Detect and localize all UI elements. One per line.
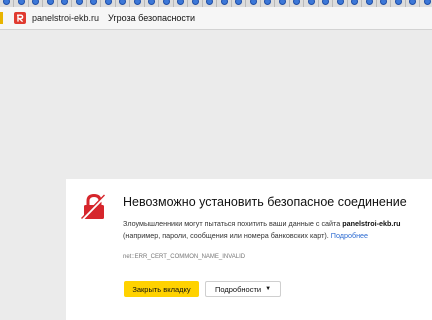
broken-lock-icon [80,193,107,221]
tab-separator [143,0,145,7]
tab-separator [361,0,362,7]
tab-favicon-icon[interactable] [220,0,228,5]
tab-favicon-icon[interactable] [3,0,10,5]
tab-favicon-icon[interactable] [191,0,199,5]
tab-separator [346,0,348,7]
tab-edge-indicator [0,12,3,24]
more-info-link[interactable]: Подробнее [331,231,368,240]
page-title: Угроза безопасности [108,13,196,23]
tab-favicon-icon[interactable] [206,0,213,5]
tab-separator [114,0,116,7]
tab-separator [216,0,217,7]
tab-separator [201,0,203,7]
tab-separator [332,0,333,7]
tab-separator [303,0,304,7]
tab-separator [27,0,29,7]
description-site: panelstroi-ekb.ru [342,219,401,228]
tab-separator [158,0,159,7]
tab-favicon-icon[interactable] [293,0,300,5]
close-tab-button[interactable]: Закрыть вкладку [124,281,199,297]
tab-favicon-icon[interactable] [307,0,315,5]
tab-favicon-icon[interactable] [322,0,329,5]
tab-separator [85,0,87,7]
tab-separator [187,0,188,7]
description-prefix: Злоумышленники могут пытаться похитить в… [123,219,343,228]
tab-favicon-icon[interactable] [365,0,373,5]
tab-separator [230,0,232,7]
tab-favicon-icon[interactable] [148,0,155,5]
tab-separator [288,0,290,7]
tab-favicon-icon[interactable] [133,0,141,5]
tab-separator [317,0,319,7]
tab-favicon-icon[interactable] [264,0,271,5]
tab-separator [13,0,14,7]
site-favicon-icon [14,12,26,24]
tab-favicon-icon[interactable] [162,0,170,5]
tab-favicon-icon[interactable] [119,0,126,5]
tab-separator [245,0,246,7]
details-button[interactable]: Подробности ▼ [205,281,281,297]
tab-favicon-icon[interactable] [423,0,431,5]
tab-favicon-icon[interactable] [61,0,68,5]
tab-separator [390,0,391,7]
error-card: Невозможно установить безопасное соедине… [66,179,432,320]
tab-separator [71,0,72,7]
tab-favicon-icon[interactable] [46,0,54,5]
tab-favicon-icon[interactable] [336,0,344,5]
error-code: net::ERR_CERT_COMMON_NAME_INVALID [123,254,246,260]
tab-favicon-icon[interactable] [177,0,184,5]
url-text[interactable]: panelstroi-ekb.ru [32,13,99,23]
tab-favicon-icon[interactable] [380,0,387,5]
chevron-down-icon: ▼ [265,286,272,292]
tab-separator [172,0,174,7]
tab-favicon-icon[interactable] [278,0,286,5]
tab-separator [404,0,406,7]
tab-separator [56,0,58,7]
tab-favicon-icon[interactable] [90,0,97,5]
tab-favicon-icon[interactable] [32,0,39,5]
details-button-label: Подробности [214,284,262,294]
tab-favicon-icon[interactable] [235,0,242,5]
tab-separator [129,0,130,7]
tab-separator [274,0,275,7]
tab-favicon-icon[interactable] [249,0,257,5]
tab-favicon-icon[interactable] [394,0,402,5]
tab-separator [419,0,420,7]
tab-separator [42,0,43,7]
tab-separator [259,0,261,7]
address-bar[interactable]: panelstroi-ekb.ru Угроза безопасности [0,7,432,30]
error-description: Злоумышленники могут пытаться похитить в… [123,218,423,242]
tab-favicon-icon[interactable] [104,0,112,5]
tab-favicon-icon[interactable] [75,0,83,5]
tab-favicon-icon[interactable] [351,0,358,5]
tab-separator [375,0,377,7]
error-heading: Невозможно установить безопасное соедине… [123,195,407,209]
tab-separator [100,0,101,7]
tab-favicon-icon[interactable] [17,0,25,5]
tab-favicon-icon[interactable] [409,0,416,5]
description-suffix: (например, пароли, сообщения или номера … [123,231,331,240]
